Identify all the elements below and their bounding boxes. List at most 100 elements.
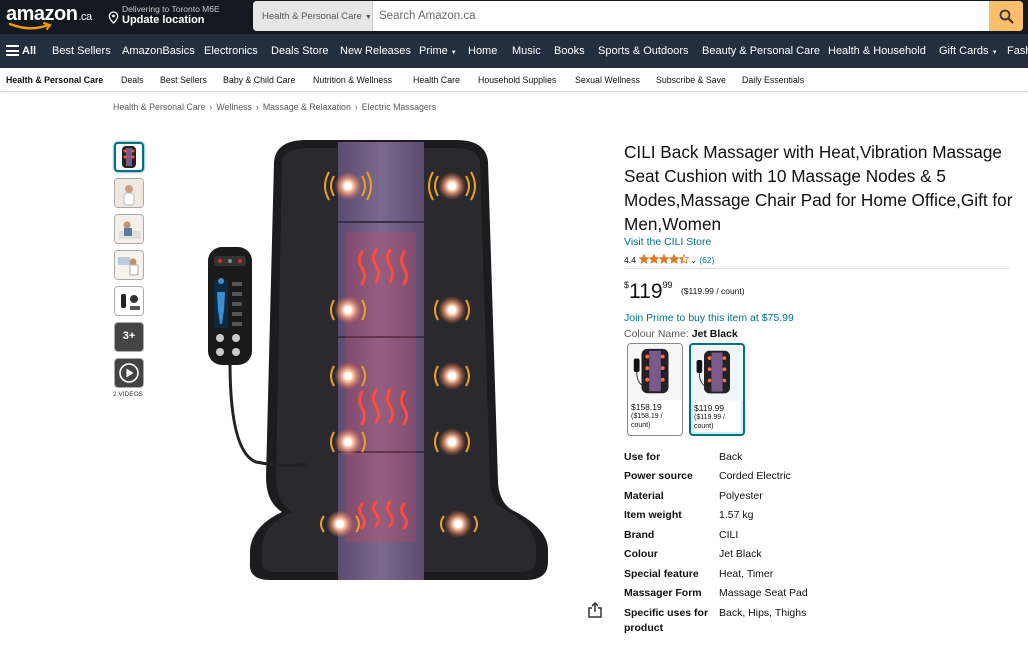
subnav-item-sexual-wellness[interactable]: Sexual Wellness xyxy=(575,75,640,85)
breadcrumb-item[interactable]: Health & Personal Care xyxy=(113,102,205,112)
subnav-item-baby-child-care[interactable]: Baby & Child Care xyxy=(223,75,295,85)
spec-key: Special feature xyxy=(624,568,699,580)
star-rating-icon[interactable] xyxy=(639,254,690,264)
subnav-item-deals[interactable]: Deals xyxy=(121,75,144,85)
price-whole: 119 xyxy=(629,280,663,303)
update-location-label: Update location xyxy=(122,14,205,26)
thumbnail-image[interactable] xyxy=(114,142,144,172)
subnav-item-household-supplies[interactable]: Household Supplies xyxy=(478,75,556,85)
spec-value: Back, Hips, Thighs xyxy=(719,607,807,619)
swatch-price: $119.99 xyxy=(694,403,725,413)
videos-count-label: 2 VIDEOS xyxy=(113,391,143,398)
chevron-down-icon[interactable]: ⌄ xyxy=(690,256,697,265)
search-input[interactable] xyxy=(373,1,989,31)
subnav-item-subscribe-save[interactable]: Subscribe & Save xyxy=(656,75,726,85)
nav-item-new-releases[interactable]: New Releases xyxy=(340,45,411,57)
nav-item-deals-store[interactable]: Deals Store xyxy=(271,45,328,57)
thumbnail-image[interactable] xyxy=(114,214,144,244)
spec-value: Back xyxy=(719,451,743,463)
spec-value: 1.57 kg xyxy=(719,509,754,521)
search-button[interactable] xyxy=(989,1,1023,31)
spec-value: CILI xyxy=(719,529,739,541)
logo-suffix: .ca xyxy=(78,11,92,23)
subnav-item-daily-essentials[interactable]: Daily Essentials xyxy=(742,75,804,85)
search-category-label: Health & Personal Care xyxy=(262,11,362,22)
breadcrumb-item[interactable]: Electric Massagers xyxy=(362,102,436,112)
nav-item-home[interactable]: Home xyxy=(468,45,497,57)
nav-item-prime[interactable]: Prime ▼ xyxy=(419,45,457,57)
swatch-unit-price: ($119.99 / count) xyxy=(694,414,726,430)
caret-down-icon: ▼ xyxy=(991,50,998,56)
nav-item-amazonbasics[interactable]: AmazonBasics xyxy=(122,45,195,57)
spec-value: Heat, Timer xyxy=(719,568,774,580)
swatch-unit-price: ($158.19 / count) xyxy=(631,413,663,429)
price: $11999 ($119.99 / count) xyxy=(624,280,745,304)
spec-key: Item weight xyxy=(624,509,682,521)
swatch-image xyxy=(628,344,682,400)
visit-store-link[interactable]: Visit the CILI Store xyxy=(624,236,711,248)
review-count-link[interactable]: (62) xyxy=(699,255,714,265)
spec-key: Massager Form xyxy=(624,587,702,599)
breadcrumb-item[interactable]: Massage & Relaxation xyxy=(263,102,351,112)
colour-swatch-selected[interactable]: $119.99 ($119.99 / count) xyxy=(689,343,745,436)
search-bar: Health & Personal Care ▼ xyxy=(253,1,1023,31)
main-nav: All Best Sellers AmazonBasics Electronic… xyxy=(0,34,1028,68)
spec-key: Specific uses for product xyxy=(624,607,709,634)
spec-value: Massage Seat Pad xyxy=(719,587,808,599)
nav-item-gift-cards[interactable]: Gift Cards ▼ xyxy=(939,45,998,57)
thumbnail-more[interactable]: 3+ xyxy=(114,322,144,352)
price-fraction: 99 xyxy=(662,280,673,290)
main-product-image[interactable] xyxy=(196,132,566,612)
spec-key: Power source xyxy=(624,470,693,482)
logo-smile-icon xyxy=(8,22,52,30)
caret-down-icon: ▼ xyxy=(364,14,372,21)
rating-summary: 4.4 ⌄ (62) xyxy=(624,254,714,265)
more-images-label: 3+ xyxy=(122,330,136,342)
colour-label: Colour Name: xyxy=(624,328,689,340)
nav-item-fashion[interactable]: Fash xyxy=(1007,45,1028,57)
share-icon[interactable] xyxy=(587,602,603,619)
swatch-price: $158.19 xyxy=(631,402,662,412)
search-category-dropdown[interactable]: Health & Personal Care ▼ xyxy=(253,1,373,31)
swatch-image xyxy=(691,345,743,401)
subnav-item-health-personal-care[interactable]: Health & Personal Care xyxy=(6,75,103,85)
thumbnail-image[interactable] xyxy=(114,250,144,280)
prime-offer-link[interactable]: Join Prime to buy this item at $75.99 xyxy=(624,312,794,324)
spec-key: Material xyxy=(624,490,664,502)
nav-all[interactable]: All xyxy=(22,45,36,57)
nav-item-sports-outdoors[interactable]: Sports & Outdoors xyxy=(598,45,689,57)
spec-key: Use for xyxy=(624,451,661,463)
colour-selection-label: Colour Name: Jet Black xyxy=(624,328,738,340)
lifestyle-thumbnail-icon xyxy=(115,251,143,279)
breadcrumb: Health & Personal Care › Wellness › Massage … xyxy=(113,102,437,112)
thumbnail-image[interactable] xyxy=(114,178,144,208)
nav-item-electronics[interactable]: Electronics xyxy=(204,45,258,57)
nav-item-health-household[interactable]: Health & Household xyxy=(828,45,926,57)
thumbnail-video[interactable] xyxy=(114,358,144,388)
spec-value: Jet Black xyxy=(719,548,762,560)
nav-item-beauty-personal-care[interactable]: Beauty & Personal Care xyxy=(702,45,820,57)
nav-item-music[interactable]: Music xyxy=(512,45,541,57)
nav-prime-label: Prime xyxy=(419,45,448,57)
breadcrumb-item[interactable]: Wellness xyxy=(216,102,252,112)
deliver-to-label: Delivering to Toronto M6E xyxy=(122,4,220,14)
product-parts-thumbnail-icon xyxy=(115,287,143,315)
subnav-item-health-care[interactable]: Health Care xyxy=(413,75,460,85)
divider xyxy=(624,268,1009,269)
search-icon xyxy=(999,9,1013,23)
nav-item-books[interactable]: Books xyxy=(554,45,585,57)
subnav-item-best-sellers[interactable]: Best Sellers xyxy=(160,75,207,85)
spec-key: Brand xyxy=(624,529,655,541)
lifestyle-thumbnail-icon xyxy=(115,179,143,207)
colour-swatch[interactable]: $158.19 ($158.19 / count) xyxy=(627,343,683,436)
spec-key: Colour xyxy=(624,548,658,560)
subnav-item-nutrition-wellness[interactable]: Nutrition & Wellness xyxy=(313,75,392,85)
menu-icon[interactable] xyxy=(6,45,19,56)
thumbnail-image[interactable] xyxy=(114,286,144,316)
lifestyle-thumbnail-icon xyxy=(115,215,143,243)
nav-item-best-sellers[interactable]: Best Sellers xyxy=(52,45,111,57)
massager-thumbnail-icon xyxy=(122,146,136,168)
spec-value: Corded Electric xyxy=(719,470,791,482)
sub-nav: Health & Personal Care Deals Best Seller… xyxy=(0,68,1028,92)
colour-value: Jet Black xyxy=(691,328,738,340)
